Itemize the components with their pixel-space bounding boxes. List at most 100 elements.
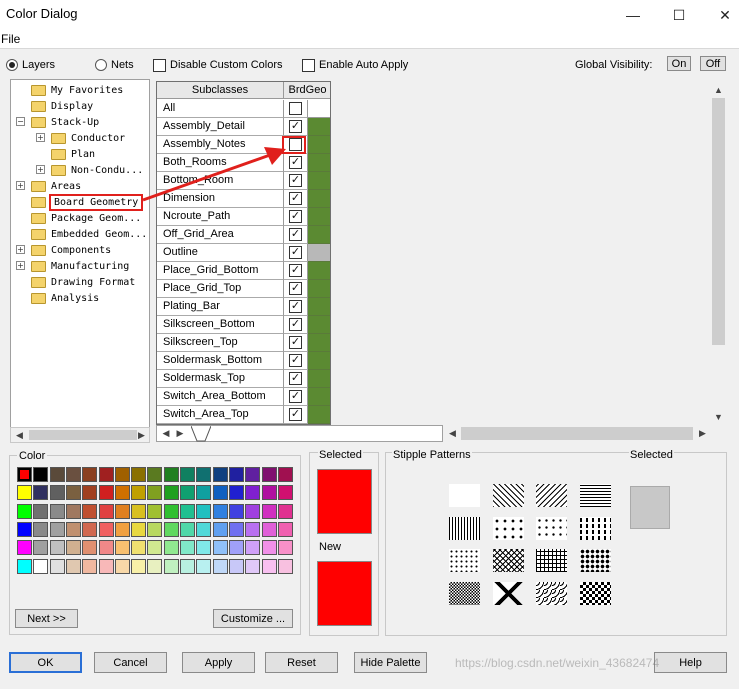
color-cell[interactable] [308,172,330,190]
sheet-tab-bar[interactable]: ◀ ▶ [156,425,443,442]
visibility-checkbox[interactable]: ✓ [289,336,302,349]
tree-expander-icon[interactable]: + [16,261,25,270]
stipple-pattern-checker-large[interactable] [579,581,611,605]
visibility-checkbox[interactable]: ✓ [289,246,302,259]
ok-button[interactable]: OK [9,652,82,673]
visibility-off-button[interactable]: Off [700,56,726,71]
tree-item[interactable]: Plan [51,146,95,162]
nets-radio[interactable] [95,59,107,71]
tree-item[interactable]: Manufacturing [31,258,129,274]
customize-button[interactable]: Customize ... [213,609,293,628]
hide-palette-button[interactable]: Hide Palette [354,652,427,673]
visibility-checkbox[interactable]: ✓ [289,228,302,241]
grid-vscroll-thumb[interactable] [712,98,725,345]
color-swatch[interactable] [245,521,261,537]
color-cell[interactable] [308,406,330,424]
color-swatch[interactable] [228,503,244,519]
color-swatch[interactable] [261,485,277,501]
tree-expander-icon[interactable]: + [36,165,45,174]
color-cell[interactable] [308,262,330,280]
color-swatch[interactable] [196,558,212,574]
stipple-pattern-diag-down[interactable] [492,484,524,507]
table-row[interactable]: Soldermask_Top ✓ [157,370,330,388]
color-swatch[interactable] [212,521,228,537]
visibility-on-button[interactable]: On [667,56,691,71]
color-swatch[interactable] [147,521,163,537]
tree-item[interactable]: Areas [31,178,81,194]
visibility-checkbox[interactable]: ✓ [289,210,302,223]
color-cell[interactable] [308,388,330,406]
hscroll-right-icon[interactable]: ▶ [694,425,711,442]
stipple-pattern-dots-dense[interactable] [579,549,611,572]
visibility-checkbox[interactable]: ✓ [289,390,302,403]
stipple-pattern-plus[interactable] [536,516,567,540]
table-row[interactable]: All [157,100,330,118]
color-swatch[interactable] [163,521,179,537]
color-swatch[interactable] [82,467,98,482]
color-swatch[interactable] [163,540,179,556]
tree-item[interactable]: Components [31,242,111,258]
color-swatch[interactable] [277,540,293,556]
visibility-checkbox[interactable]: ✓ [289,174,302,187]
tree-item[interactable]: Drawing Format [31,274,135,290]
color-swatch[interactable] [261,503,277,519]
visibility-checkbox[interactable]: ✓ [289,264,302,277]
color-swatch[interactable] [147,467,163,482]
color-swatch[interactable] [212,485,228,501]
table-row[interactable]: Outline ✓ [157,244,330,262]
tree-expander-icon[interactable]: − [16,117,25,126]
stipple-pattern-grid[interactable] [536,549,567,572]
visibility-checkbox[interactable]: ✓ [289,318,302,331]
color-swatch[interactable] [163,485,179,501]
tree-item[interactable]: Board Geometry [31,193,144,211]
stipple-pattern-vertical[interactable] [449,516,480,540]
color-swatch[interactable] [261,521,277,537]
color-swatch[interactable] [65,485,81,501]
hscroll-left-icon[interactable]: ◀ [444,425,461,442]
color-swatch[interactable] [212,540,228,556]
table-row[interactable]: Silkscreen_Bottom ✓ [157,316,330,334]
color-swatch[interactable] [98,467,114,482]
color-swatch[interactable] [245,467,261,482]
color-swatch[interactable] [277,503,293,519]
color-swatch[interactable] [17,467,32,482]
color-swatch[interactable] [277,467,293,482]
color-swatch[interactable] [163,503,179,519]
cancel-button[interactable]: Cancel [94,652,167,673]
color-swatch[interactable] [196,521,212,537]
tree-item[interactable]: Display [31,98,93,114]
visibility-checkbox[interactable]: ✓ [289,192,302,205]
color-swatch[interactable] [98,540,114,556]
stipple-pattern-horizontal[interactable] [579,484,611,507]
color-swatch[interactable] [49,503,65,519]
color-swatch[interactable] [180,540,195,556]
color-swatch[interactable] [98,521,114,537]
color-swatch[interactable] [196,467,212,482]
next-button[interactable]: Next >> [15,609,78,628]
color-swatch[interactable] [114,558,130,574]
color-swatch[interactable] [33,521,49,537]
color-swatch[interactable] [261,540,277,556]
tab-right-icon[interactable]: ▶ [173,425,187,442]
color-swatch[interactable] [277,558,293,574]
color-swatch[interactable] [82,521,98,537]
color-swatch[interactable] [228,540,244,556]
color-cell[interactable] [308,244,330,262]
color-swatch[interactable] [65,503,81,519]
apply-button[interactable]: Apply [182,652,255,673]
table-row[interactable]: Soldermask_Bottom ✓ [157,352,330,370]
color-swatch[interactable] [212,558,228,574]
table-row[interactable]: Switch_Area_Bottom ✓ [157,388,330,406]
reset-button[interactable]: Reset [265,652,338,673]
color-swatch[interactable] [196,540,212,556]
table-row[interactable]: Place_Grid_Bottom ✓ [157,262,330,280]
color-cell[interactable] [308,280,330,298]
table-row[interactable]: Ncroute_Path ✓ [157,208,330,226]
tree-expander-icon[interactable]: + [16,245,25,254]
color-swatch[interactable] [196,503,212,519]
color-cell[interactable] [308,352,330,370]
color-swatch[interactable] [228,485,244,501]
stipple-pattern-crosshatch-diag[interactable] [492,549,524,572]
color-swatch[interactable] [131,467,147,482]
stipple-pattern-diag-up[interactable] [536,484,567,507]
